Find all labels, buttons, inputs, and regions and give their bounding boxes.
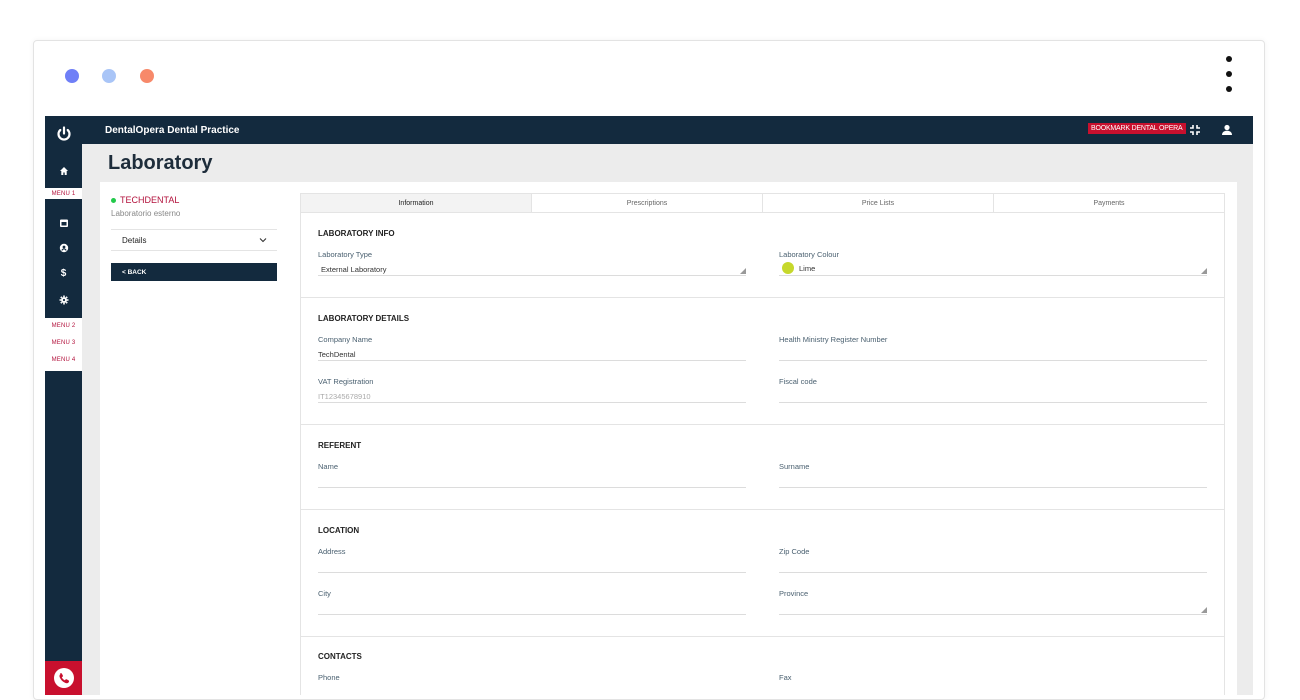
details-select[interactable]: Details [111,229,277,251]
lab-subtitle: Laboratorio esterno [111,209,181,218]
window-dot-3[interactable] [140,69,154,83]
field-label: City [318,589,331,598]
field-underline [779,360,1207,361]
phone-icon[interactable] [45,661,82,695]
section-title: LABORATORY INFO [318,229,395,238]
content-card: TECHDENTAL Laboratorio esterno Details <… [100,182,1237,695]
section-title: REFERENT [318,441,362,450]
field-label: Health Ministry Register Number [779,335,888,344]
field-underline [318,402,746,403]
section-laboratory-details: LABORATORY DETAILS Company Name TechDent… [301,298,1224,425]
laboratory-colour-field[interactable]: Laboratory Colour Lime [779,250,1207,276]
kebab-menu-icon[interactable] [1224,56,1234,100]
menu-strip-lower: MENU 2 MENU 3 MENU 4 [45,318,82,371]
field-label: Company Name [318,335,373,344]
back-button[interactable]: < BACK [111,263,277,281]
dollar-icon[interactable]: $ [45,262,82,284]
menu-2[interactable]: MENU 2 [45,323,82,329]
field-underline [318,614,746,615]
user-icon[interactable] [1220,123,1234,137]
settings-icon[interactable] [45,289,82,311]
menu1-strip: MENU 1 [45,188,82,199]
home-icon[interactable] [45,160,82,182]
compress-icon[interactable] [1188,123,1202,137]
tab-price-lists[interactable]: Price Lists [763,194,994,212]
section-title: CONTACTS [318,652,362,661]
laboratory-type-field[interactable]: Laboratory Type External Laboratory [318,250,746,276]
tab-information[interactable]: Information [301,194,532,212]
field-label: Laboratory Colour [779,250,840,259]
menu-1[interactable]: MENU 1 [45,191,82,197]
province-field[interactable]: Province [779,589,1207,615]
field-label: Zip Code [779,547,810,556]
city-field[interactable]: City [318,589,746,615]
window-dot-2[interactable] [102,69,116,83]
section-title: LOCATION [318,526,360,535]
field-underline [779,572,1207,573]
dropdown-caret-icon [1201,268,1207,274]
details-select-value: Details [122,235,147,245]
bookmark-badge[interactable]: BOOKMARK DENTAL OPERA [1088,123,1186,134]
field-label: Name [318,462,339,471]
field-label: Phone [318,673,340,682]
lab-name: TECHDENTAL [111,195,179,205]
patient-icon[interactable] [45,237,82,259]
fiscal-code-field[interactable]: Fiscal code [779,377,1207,403]
tab-prescriptions[interactable]: Prescriptions [532,194,763,212]
phone-field[interactable]: Phone [318,673,746,682]
field-label: Laboratory Type [318,250,373,259]
app: DentalOpera Dental Practice BOOKMARK DEN… [45,116,1253,695]
field-label: Surname [779,462,810,471]
field-label: Fax [779,673,792,682]
field-underline [318,360,746,361]
detail-panel: Information Prescriptions Price Lists Pa… [300,193,1225,695]
health-register-field[interactable]: Health Ministry Register Number [779,335,1207,361]
zip-code-field[interactable]: Zip Code [779,547,1207,573]
page-title: Laboratory [108,152,213,174]
dropdown-caret-icon [740,268,746,274]
power-icon[interactable] [45,122,82,146]
brand-title: DentalOpera Dental Practice [105,125,240,136]
field-value: External Laboratory [321,265,387,274]
status-dot-icon [111,197,116,203]
top-bar: DentalOpera Dental Practice BOOKMARK DEN… [45,116,1253,144]
fax-field[interactable]: Fax [779,673,1207,682]
field-underline [779,487,1207,488]
field-value: TechDental [318,350,356,359]
sidebar: MENU 1 $ MENU 2 MENU 3 MENU 4 [45,116,82,695]
address-field[interactable]: Address [318,547,746,573]
field-label: Province [779,589,809,598]
field-underline [318,275,746,276]
field-label: VAT Registration [318,377,374,386]
colour-swatch [782,262,794,274]
section-laboratory-info: LABORATORY INFO Laboratory Type External… [301,214,1224,298]
field-underline [779,614,1207,615]
lab-name-text: TECHDENTAL [120,195,180,205]
menu-3[interactable]: MENU 3 [45,340,82,346]
field-underline [779,402,1207,403]
field-placeholder: IT12345678910 [318,392,371,401]
referent-surname-field[interactable]: Surname [779,462,1207,488]
company-name-field[interactable]: Company Name TechDental [318,335,746,361]
dropdown-caret-icon [1201,607,1207,613]
field-underline [318,572,746,573]
menu-4[interactable]: MENU 4 [45,357,82,363]
field-underline [779,275,1207,276]
section-location: LOCATION Address Zip Code City Province [301,510,1224,637]
referent-name-field[interactable]: Name [318,462,746,488]
tab-bar: Information Prescriptions Price Lists Pa… [301,194,1224,213]
field-underline [318,487,746,488]
section-title: LABORATORY DETAILS [318,314,410,323]
tab-payments[interactable]: Payments [994,194,1224,212]
section-contacts: CONTACTS Phone Fax [301,637,1224,695]
calendar-icon[interactable] [45,212,82,234]
field-value: Lime [782,262,815,274]
field-label: Address [318,547,346,556]
window-dot-1[interactable] [65,69,79,83]
vat-registration-field[interactable]: VAT Registration IT12345678910 [318,377,746,403]
field-label: Fiscal code [779,377,817,386]
section-referent: REFERENT Name Surname [301,425,1224,510]
chevron-down-icon [259,238,267,243]
